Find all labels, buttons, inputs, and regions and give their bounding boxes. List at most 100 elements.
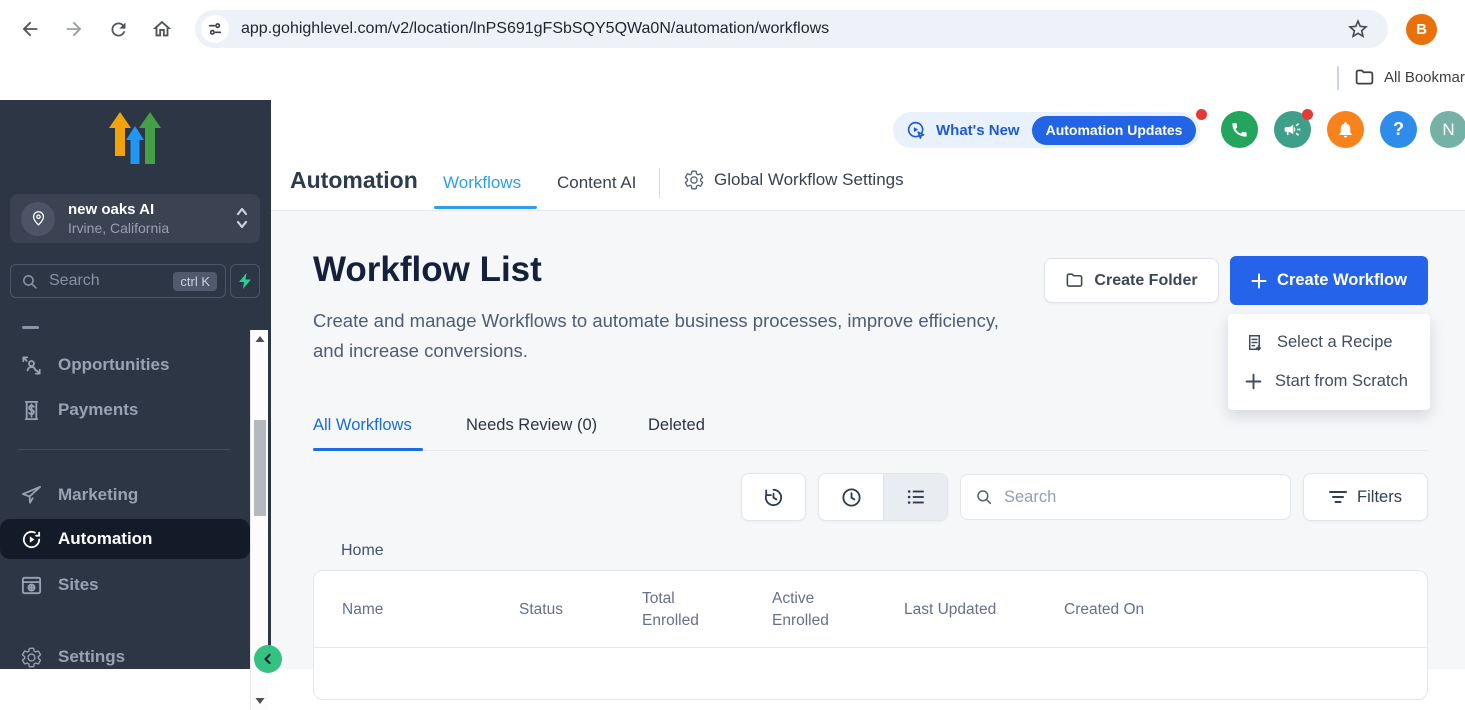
back-icon	[19, 18, 41, 40]
sidebar-item-label: Marketing	[58, 485, 138, 505]
active-list-tab-underline	[313, 448, 423, 451]
account-location: Irvine, California	[68, 221, 169, 235]
site-settings-icon[interactable]	[201, 15, 229, 43]
filters-button[interactable]: Filters	[1303, 473, 1428, 521]
home-icon	[151, 18, 173, 40]
workflow-list-subheading: Create and manage Workflows to automate …	[313, 306, 1023, 366]
header-separator	[659, 168, 660, 198]
scroll-up-icon[interactable]	[251, 330, 269, 348]
create-workflow-dropdown: Select a Recipe Start from Scratch	[1228, 314, 1430, 410]
page-title: Automation	[290, 167, 418, 194]
sidebar-divider	[18, 449, 230, 450]
forward-icon	[63, 18, 85, 40]
search-icon	[21, 273, 38, 290]
browser-toolbar: app.gohighlevel.com/v2/location/lnPS691g…	[0, 0, 1465, 58]
quick-actions-button[interactable]	[230, 264, 260, 298]
global-workflow-settings-button[interactable]: Global Workflow Settings	[683, 169, 904, 191]
search-icon	[975, 488, 993, 506]
table-header-row: Name Status Total Enrolled Active Enroll…	[314, 571, 1427, 648]
create-workflow-label: Create Workflow	[1277, 271, 1407, 290]
column-header-last-updated: Last Updated	[904, 571, 996, 648]
sidebar-item-sites[interactable]: Sites	[0, 565, 250, 605]
sidebar-item-marketing[interactable]: Marketing	[0, 475, 250, 515]
url-bar[interactable]: app.gohighlevel.com/v2/location/lnPS691g…	[195, 10, 1388, 48]
tab-content-ai[interactable]: Content AI	[557, 173, 636, 193]
history-icon	[762, 486, 785, 509]
column-header-total-enrolled: Total Enrolled	[642, 571, 714, 648]
sidebar-item-label: Opportunities	[58, 355, 169, 375]
browser-profile-avatar[interactable]: B	[1406, 14, 1437, 45]
list-view-toggle[interactable]	[883, 474, 947, 520]
tab-deleted[interactable]: Deleted	[648, 416, 705, 435]
partial-menu-item	[22, 326, 39, 329]
chevron-left-icon	[262, 653, 274, 665]
sidebar-item-payments[interactable]: Payments	[0, 390, 250, 430]
keyboard-shortcut-badge: ctrl K	[173, 272, 217, 291]
create-workflow-button[interactable]: Create Workflow	[1230, 256, 1428, 305]
menu-item-label: Start from Scratch	[1275, 372, 1408, 391]
column-header-status: Status	[519, 571, 563, 648]
gear-icon	[683, 169, 705, 191]
tab-all-workflows[interactable]: All Workflows	[313, 416, 412, 435]
sidebar-search[interactable]: ctrl K	[10, 264, 226, 298]
tab-workflows[interactable]: Workflows	[443, 173, 521, 193]
bookmark-star-icon[interactable]	[1346, 17, 1370, 41]
notifications-button[interactable]	[1327, 111, 1364, 148]
all-bookmarks-label[interactable]: All Bookmarks	[1384, 69, 1465, 86]
notification-dot	[1302, 109, 1313, 120]
filters-label: Filters	[1357, 488, 1402, 507]
notification-dot	[1196, 109, 1207, 120]
account-switcher[interactable]: new oaks AI Irvine, California	[10, 194, 260, 243]
browser-reload-button[interactable]	[102, 13, 134, 45]
sidebar-item-label: Settings	[58, 647, 125, 667]
payments-icon	[20, 399, 43, 422]
browser-forward-button[interactable]	[58, 13, 90, 45]
browser-home-button[interactable]	[146, 13, 178, 45]
main-area: What's New Automation Updates ? N Automa…	[271, 100, 1465, 669]
time-view-toggle[interactable]	[819, 474, 883, 520]
bell-icon	[1336, 120, 1355, 139]
sidebar-search-input[interactable]	[47, 271, 152, 291]
page-header: What's New Automation Updates ? N Automa…	[271, 100, 1465, 211]
automation-updates-badge[interactable]: Automation Updates	[1032, 116, 1197, 145]
url-text: app.gohighlevel.com/v2/location/lnPS691g…	[241, 20, 829, 38]
question-mark-icon: ?	[1393, 119, 1404, 140]
menu-item-select-recipe[interactable]: Select a Recipe	[1228, 323, 1430, 362]
gohighlevel-logo	[107, 110, 163, 168]
chevron-up-down-icon	[235, 205, 249, 231]
automation-icon	[20, 528, 43, 551]
sites-icon	[20, 574, 43, 597]
filter-icon	[1329, 489, 1347, 505]
whats-new-label: What's New	[936, 122, 1020, 139]
list-icon	[905, 486, 927, 508]
workflow-search-input[interactable]	[1002, 487, 1262, 508]
phone-button[interactable]	[1221, 111, 1258, 148]
sidebar-item-automation[interactable]: Automation	[0, 519, 250, 559]
megaphone-icon	[1283, 120, 1302, 139]
enrollment-history-button[interactable]	[741, 473, 806, 521]
breadcrumb-home[interactable]: Home	[341, 542, 384, 560]
bookmarks-bar: All Bookmarks	[0, 58, 1465, 100]
global-workflow-settings-label: Global Workflow Settings	[714, 170, 904, 190]
browser-back-button[interactable]	[14, 13, 46, 45]
menu-item-start-from-scratch[interactable]: Start from Scratch	[1228, 362, 1430, 401]
active-tab-underline	[434, 206, 537, 209]
user-avatar[interactable]: N	[1430, 111, 1465, 148]
tabs-hairline	[313, 450, 1428, 451]
whats-new-icon	[906, 120, 927, 141]
create-folder-button[interactable]: Create Folder	[1044, 258, 1219, 303]
bookmarks-separator	[1337, 66, 1339, 90]
help-button[interactable]: ?	[1380, 111, 1417, 148]
scrollbar-thumb[interactable]	[254, 420, 266, 516]
recipe-icon	[1245, 333, 1264, 352]
workflow-search[interactable]	[960, 474, 1291, 520]
column-header-created-on: Created On	[1064, 571, 1144, 648]
avatar-initial: N	[1442, 120, 1454, 140]
sidebar-item-label: Payments	[58, 400, 138, 420]
whats-new-button[interactable]: What's New Automation Updates	[893, 112, 1200, 148]
sidebar-item-settings[interactable]: Settings	[0, 637, 250, 677]
location-pin-icon	[21, 202, 55, 236]
tab-needs-review[interactable]: Needs Review (0)	[466, 416, 597, 435]
scroll-down-icon[interactable]	[251, 692, 269, 710]
sidebar-item-opportunities[interactable]: Opportunities	[0, 345, 250, 385]
